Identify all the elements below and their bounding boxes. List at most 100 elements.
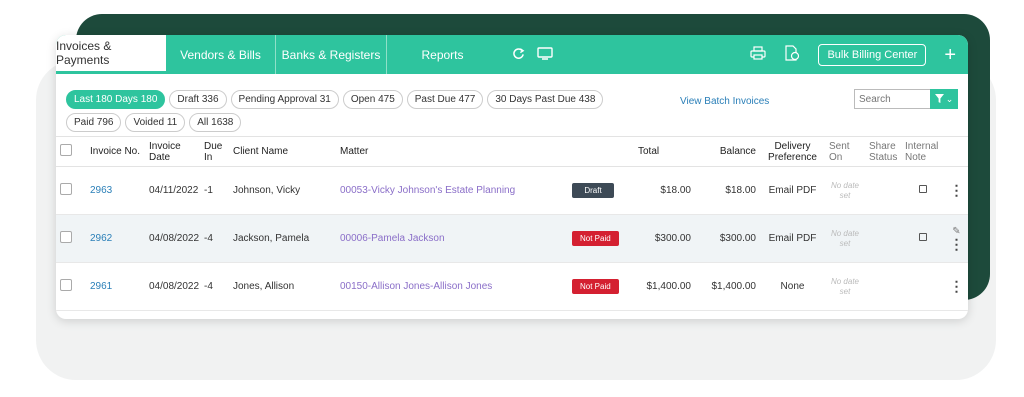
toolbar-left-icons bbox=[512, 35, 553, 74]
chevron-down-icon: ⌄ bbox=[945, 93, 954, 104]
header-balance[interactable]: Balance bbox=[695, 136, 760, 167]
kebab-menu-icon[interactable]: ⋮ bbox=[950, 278, 964, 294]
matter-cell: 00150-Allison Jones-Allison Jones bbox=[336, 262, 568, 311]
invoice-number-link[interactable]: 2962 bbox=[90, 233, 112, 244]
filter-button[interactable]: ⌄ bbox=[930, 89, 958, 109]
row-checkbox[interactable] bbox=[60, 183, 72, 195]
client-name: Johnson, Vicky bbox=[229, 166, 336, 215]
document-money-icon[interactable] bbox=[784, 45, 800, 64]
tab-vendors-bills[interactable]: Vendors & Bills bbox=[166, 35, 276, 74]
invoice-number-cell: 2962 bbox=[86, 214, 145, 263]
note-icon[interactable] bbox=[919, 185, 927, 193]
delivery-preference: Email PDF bbox=[760, 214, 825, 263]
chip-30-days-past-due[interactable]: 30 Days Past Due 438 bbox=[487, 90, 604, 109]
table-row[interactable]: 2962 04/08/2022 -4 Jackson, Pamela 00006… bbox=[56, 214, 968, 263]
total: $18.00 bbox=[634, 166, 695, 215]
row-select-cell bbox=[56, 214, 86, 263]
chip-last-180-days[interactable]: Last 180 Days 180 bbox=[66, 90, 166, 109]
tab-banks-registers[interactable]: Banks & Registers bbox=[276, 35, 387, 74]
chip-all[interactable]: All 1638 bbox=[189, 113, 242, 132]
invoice-date: 04/08/2022 bbox=[145, 214, 200, 263]
filter-bar: Last 180 Days 180 Draft 336 Pending Appr… bbox=[56, 74, 968, 136]
sent-on-value: No date set bbox=[830, 180, 860, 200]
tab-invoices-payments[interactable]: Invoices & Payments bbox=[56, 35, 166, 74]
invoice-number-link[interactable]: 2961 bbox=[90, 281, 112, 292]
due-in: -4 bbox=[200, 262, 229, 311]
refresh-icon[interactable] bbox=[512, 47, 525, 63]
header-matter[interactable]: Matter bbox=[336, 136, 568, 167]
internal-note-cell bbox=[901, 214, 945, 263]
header-internal-note[interactable]: Internal Note bbox=[901, 136, 945, 167]
table-row[interactable]: 2961 04/08/2022 -4 Jones, Allison 00150-… bbox=[56, 262, 968, 311]
invoice-number-link[interactable]: 2963 bbox=[90, 185, 112, 196]
delivery-preference: Email PDF bbox=[760, 166, 825, 215]
header-invoice-no[interactable]: Invoice No. bbox=[86, 136, 145, 167]
billing-window: Invoices & Payments Vendors & Bills Bank… bbox=[56, 35, 968, 319]
invoice-date: 04/11/2022 bbox=[145, 166, 200, 215]
funnel-icon bbox=[934, 93, 944, 105]
sent-on-cell: No date set bbox=[825, 214, 865, 263]
row-select-cell bbox=[56, 166, 86, 215]
invoice-number-cell: 2963 bbox=[86, 166, 145, 215]
chip-voided[interactable]: Voided 11 bbox=[125, 113, 186, 132]
status-badge: Not Paid bbox=[572, 279, 619, 294]
client-name: Jones, Allison bbox=[229, 262, 336, 311]
share-status bbox=[865, 166, 901, 215]
note-icon[interactable] bbox=[919, 233, 927, 241]
monitor-icon[interactable] bbox=[537, 46, 553, 63]
header-sent-on[interactable]: Sent On bbox=[825, 136, 865, 167]
select-all-checkbox[interactable] bbox=[60, 144, 72, 156]
status-cell: Not Paid bbox=[568, 262, 634, 311]
status-cell: Draft bbox=[568, 166, 634, 215]
search-input[interactable] bbox=[854, 89, 930, 109]
matter-link[interactable]: 00053-Vicky Johnson's Estate Planning bbox=[340, 185, 515, 196]
matter-link[interactable]: 00006-Pamela Jackson bbox=[340, 233, 445, 244]
actions-cell: ⋮ bbox=[945, 166, 968, 215]
share-status bbox=[865, 214, 901, 263]
row-checkbox[interactable] bbox=[60, 279, 72, 291]
table-row[interactable]: 2963 04/11/2022 -1 Johnson, Vicky 00053-… bbox=[56, 166, 968, 215]
chip-paid[interactable]: Paid 796 bbox=[66, 113, 122, 132]
status-cell: Not Paid bbox=[568, 214, 634, 263]
actions-cell: ⋮ bbox=[945, 262, 968, 311]
table-header-row: Invoice No. Invoice Date Due In Client N… bbox=[56, 136, 968, 167]
bulk-billing-center-button[interactable]: Bulk Billing Center bbox=[818, 43, 927, 66]
client-name: Jackson, Pamela bbox=[229, 214, 336, 263]
invoice-number-cell: 2961 bbox=[86, 262, 145, 311]
header-share-status[interactable]: Share Status bbox=[865, 136, 901, 167]
chip-past-due[interactable]: Past Due 477 bbox=[406, 90, 484, 109]
header-invoice-date[interactable]: Invoice Date bbox=[145, 136, 200, 167]
view-batch-invoices-link[interactable]: View Batch Invoices bbox=[680, 96, 769, 107]
sent-on-value: No date set bbox=[830, 228, 860, 248]
matter-cell: 00053-Vicky Johnson's Estate Planning bbox=[336, 166, 568, 215]
internal-note-cell bbox=[901, 166, 945, 215]
header-client-name[interactable]: Client Name bbox=[229, 136, 336, 167]
balance: $300.00 bbox=[695, 214, 760, 263]
header-actions bbox=[945, 136, 968, 167]
header-delivery-preference[interactable]: Delivery Preference bbox=[760, 136, 825, 167]
row-checkbox[interactable] bbox=[60, 231, 72, 243]
tab-reports[interactable]: Reports bbox=[387, 35, 498, 74]
delivery-preference: None bbox=[760, 262, 825, 311]
search-box: ⌄ bbox=[854, 89, 958, 109]
header-total[interactable]: Total bbox=[634, 136, 695, 167]
chip-pending-approval[interactable]: Pending Approval 31 bbox=[230, 90, 339, 109]
sent-on-value: No date set bbox=[830, 276, 860, 296]
chip-open[interactable]: Open 475 bbox=[342, 90, 403, 109]
print-icon[interactable] bbox=[750, 46, 767, 63]
actions-cell: ✎ ⋮ bbox=[945, 214, 968, 263]
invoices-table: Invoice No. Invoice Date Due In Client N… bbox=[56, 136, 968, 311]
kebab-menu-icon[interactable]: ⋮ bbox=[950, 236, 964, 252]
toolbar-right: Bulk Billing Center + bbox=[750, 35, 968, 74]
matter-link[interactable]: 00150-Allison Jones-Allison Jones bbox=[340, 281, 492, 292]
internal-note-cell bbox=[901, 262, 945, 311]
balance: $1,400.00 bbox=[695, 262, 760, 311]
kebab-menu-icon[interactable]: ⋮ bbox=[950, 182, 964, 198]
header-due-in[interactable]: Due In bbox=[200, 136, 229, 167]
plus-icon[interactable]: + bbox=[944, 45, 956, 65]
chip-draft[interactable]: Draft 336 bbox=[169, 90, 227, 109]
invoice-date: 04/08/2022 bbox=[145, 262, 200, 311]
due-in: -4 bbox=[200, 214, 229, 263]
select-all-cell bbox=[56, 136, 86, 167]
sent-on-cell: No date set bbox=[825, 262, 865, 311]
